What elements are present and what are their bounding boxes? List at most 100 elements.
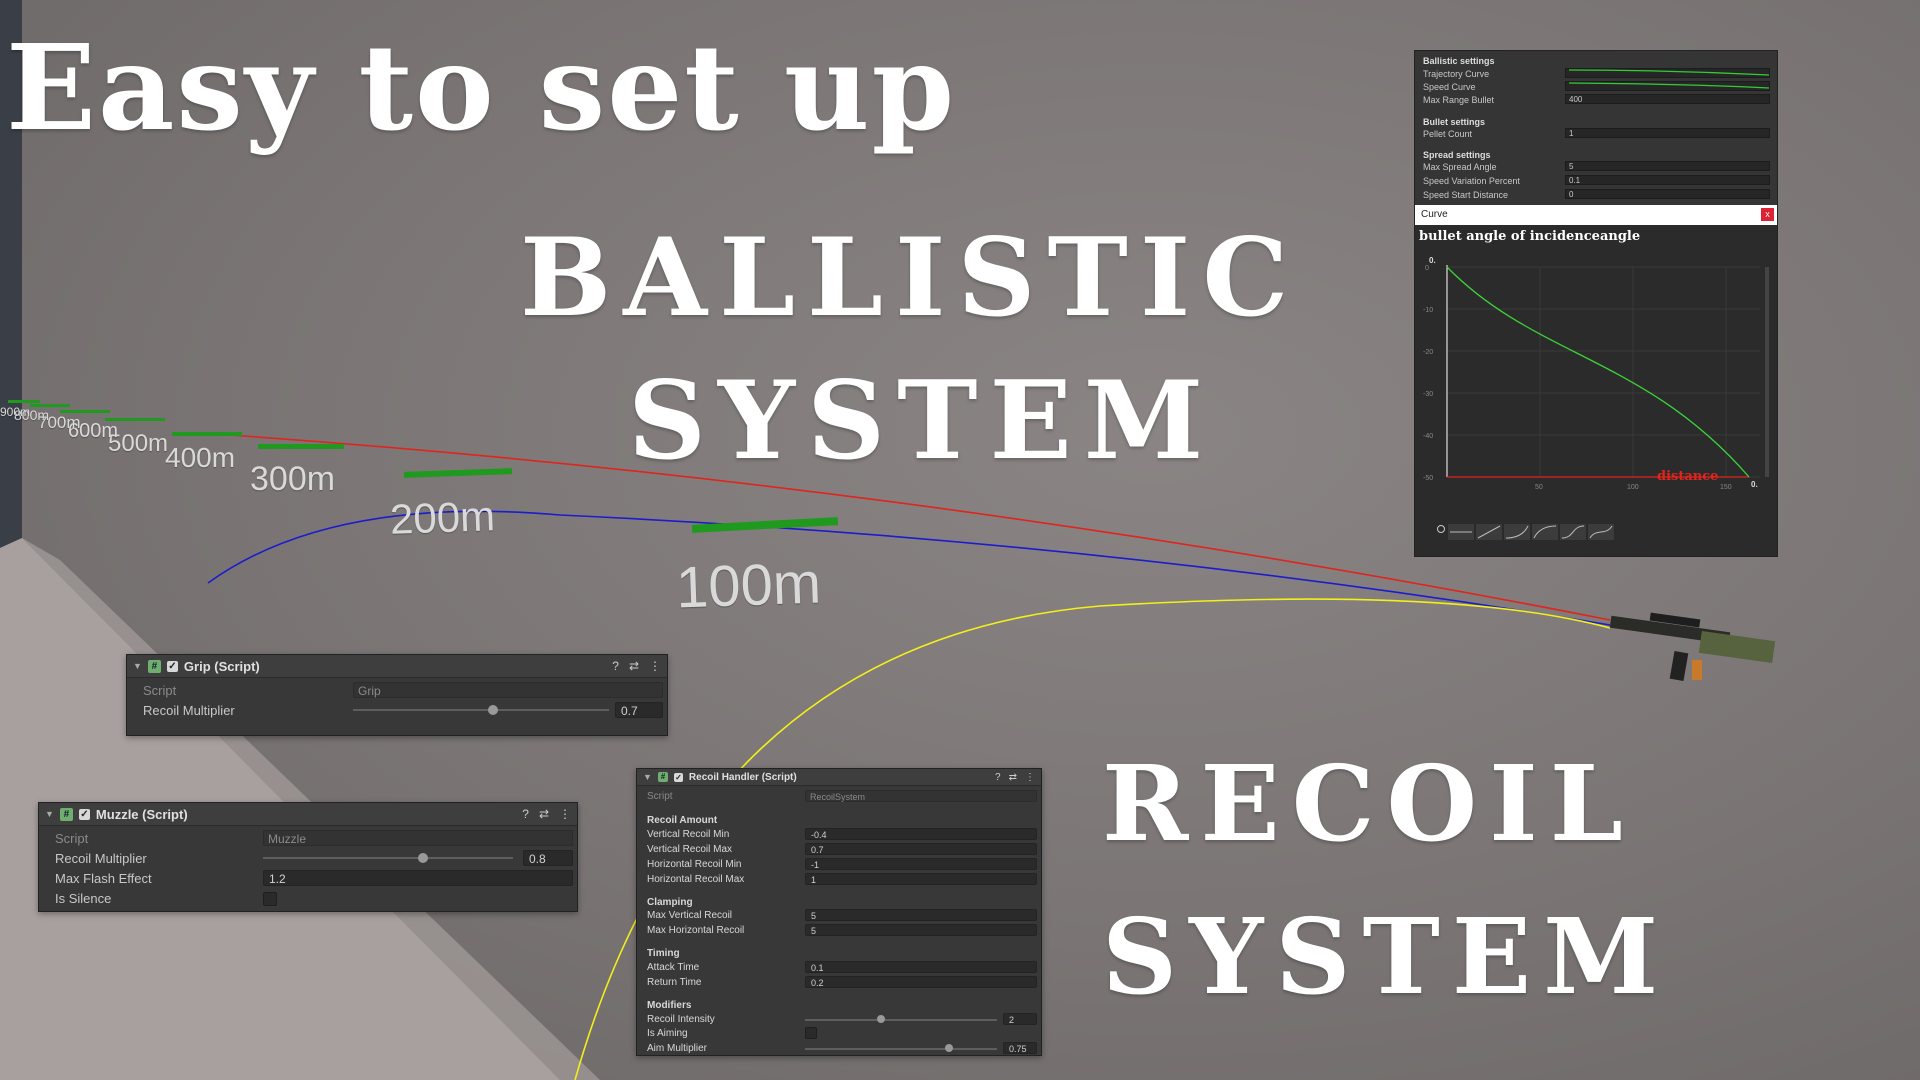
slider-knob[interactable] (487, 705, 498, 715)
curve-xlabel: distance (1657, 469, 1719, 484)
more-menu-icon[interactable]: ⋮ (1025, 772, 1035, 783)
preset-linear[interactable] (1475, 523, 1503, 541)
pellet-count-label: Pellet Count (1423, 129, 1473, 139)
distance-label-100m: 100m (674, 550, 823, 621)
section-recoil-amount: Recoil Amount (647, 815, 718, 826)
max-range-field[interactable]: 400 (1565, 94, 1770, 104)
attack-time-field[interactable]: 0.1 (805, 961, 1037, 973)
collapse-arrow-icon[interactable]: ▼ (643, 772, 652, 782)
preset-icon[interactable]: ⇄ (539, 807, 549, 821)
hmax-field[interactable]: 1 (805, 873, 1037, 885)
speed-curve-field[interactable] (1565, 81, 1770, 91)
speed-curve-label: Speed Curve (1423, 82, 1476, 92)
curve-corner-right: 0. (1751, 480, 1758, 489)
script-field[interactable]: Grip (353, 682, 663, 698)
more-menu-icon[interactable]: ⋮ (559, 807, 571, 821)
y-tick-40: -40 (1423, 433, 1433, 440)
gear-icon[interactable] (1437, 525, 1445, 533)
enable-checkbox[interactable]: ✓ (673, 772, 683, 782)
script-field[interactable]: Muzzle (263, 830, 573, 846)
script-field[interactable]: RecoilSystem (805, 790, 1037, 802)
hmin-field[interactable]: -1 (805, 858, 1037, 870)
muzzle-header[interactable]: ▼ # ✓ Muzzle (Script) ? ⇄ ⋮ (39, 803, 577, 826)
aim-multiplier-slider[interactable] (805, 1048, 997, 1050)
y-tick-20: -20 (1423, 349, 1433, 356)
slider-knob[interactable] (418, 853, 428, 863)
curve-scrollbar[interactable] (1765, 267, 1769, 477)
aim-multiplier-field[interactable]: 0.75 (1003, 1042, 1037, 1054)
close-icon[interactable]: x (1761, 208, 1774, 221)
distance-label-900m: 900m (0, 405, 31, 419)
x-tick-100: 100 (1627, 484, 1639, 491)
curve-graph: 0 -10 -20 -30 -40 -50 50 100 150 0. 0. (1415, 247, 1777, 517)
distance-label-400m: 400m (165, 442, 236, 473)
distance-label-300m: 300m (250, 460, 336, 498)
x-tick-150: 150 (1720, 484, 1732, 491)
grip-header[interactable]: ▼ # ✓ Grip (Script) ? ⇄ ⋮ (127, 655, 667, 678)
enable-checkbox[interactable]: ✓ (166, 660, 178, 672)
is-silence-checkbox[interactable] (263, 892, 277, 906)
spread-start-field[interactable]: 0 (1565, 189, 1770, 199)
speed-variation-label: Speed Variation Percent (1423, 176, 1520, 186)
trajectory-curve-preview (1568, 69, 1770, 76)
vmax-label: Vertical Recoil Max (647, 844, 733, 855)
recoil-multiplier-field[interactable]: 0.8 (523, 850, 573, 866)
section-bullet: Bullet settings (1423, 117, 1486, 127)
section-ballistic: Ballistic settings (1423, 56, 1495, 66)
recoil-multiplier-slider[interactable] (353, 709, 609, 711)
recoil-intensity-slider[interactable] (805, 1019, 997, 1021)
help-icon[interactable]: ? (522, 807, 529, 821)
script-icon: # (59, 807, 73, 821)
recoil-multiplier-slider[interactable] (263, 857, 513, 859)
recoil-handler-header[interactable]: ▼ # ✓ Recoil Handler (Script) ? ⇄ ⋮ (637, 769, 1041, 786)
is-aiming-checkbox[interactable] (805, 1027, 817, 1039)
y-tick-50: -50 (1423, 475, 1433, 482)
preset-ease-in-out[interactable] (1559, 523, 1587, 541)
collapse-arrow-icon[interactable]: ▼ (133, 661, 142, 671)
max-flash-field[interactable]: 1.2 (263, 870, 573, 886)
slider-knob[interactable] (877, 1015, 885, 1023)
script-label: Script (143, 682, 177, 698)
preset-icon[interactable]: ⇄ (1009, 772, 1017, 783)
grip-title: Grip (Script) (183, 658, 260, 674)
preset-ease-in[interactable] (1503, 523, 1531, 541)
trajectory-curve-field[interactable] (1565, 68, 1770, 78)
pellet-count-field[interactable]: 1 (1565, 128, 1770, 138)
recoil-multiplier-label: Recoil Multiplier (55, 850, 147, 866)
more-menu-icon[interactable]: ⋮ (649, 659, 661, 673)
return-time-label: Return Time (647, 977, 702, 988)
preset-icon[interactable]: ⇄ (629, 659, 639, 673)
attack-time-label: Attack Time (647, 962, 700, 973)
headline-ballistic: BALLISTIC (520, 215, 1301, 341)
maxh-field[interactable]: 5 (805, 924, 1037, 936)
spread-start-label: Speed Start Distance (1423, 190, 1509, 200)
collapse-arrow-icon[interactable]: ▼ (45, 809, 54, 819)
preset-smooth[interactable] (1587, 523, 1615, 541)
curve-corner-top: 0. (1429, 256, 1436, 265)
curve-editor-window: Curve x bullet angle of incidenceangle 0… (1415, 205, 1777, 556)
section-spread: Spread settings (1423, 150, 1491, 160)
return-time-field[interactable]: 0.2 (805, 976, 1037, 988)
hmax-label: Horizontal Recoil Max (647, 874, 745, 885)
vmax-field[interactable]: 0.7 (805, 843, 1037, 855)
help-icon[interactable]: ? (612, 659, 619, 673)
recoil-intensity-field[interactable]: 2 (1003, 1013, 1037, 1025)
help-icon[interactable]: ? (995, 772, 1001, 783)
speed-curve-preview (1568, 82, 1770, 89)
headline-ballistic-system: SYSTEM (628, 358, 1216, 484)
preset-ease-out[interactable] (1531, 523, 1559, 541)
max-spread-field[interactable]: 5 (1565, 161, 1770, 171)
distance-label-200m: 200m (389, 492, 496, 543)
maxv-label: Max Vertical Recoil (647, 910, 733, 921)
recoil-intensity-label: Recoil Intensity (647, 1014, 715, 1025)
x-tick-50: 50 (1535, 484, 1543, 491)
enable-checkbox[interactable]: ✓ (78, 808, 90, 820)
curve-heading: bullet angle of incidenceangle (1419, 229, 1641, 244)
preset-flat[interactable] (1447, 523, 1475, 541)
recoil-multiplier-field[interactable]: 0.7 (615, 702, 663, 718)
hmin-label: Horizontal Recoil Min (647, 859, 742, 870)
speed-variation-field[interactable]: 0.1 (1565, 175, 1770, 185)
slider-knob[interactable] (945, 1044, 953, 1052)
vmin-field[interactable]: -0.4 (805, 828, 1037, 840)
maxv-field[interactable]: 5 (805, 909, 1037, 921)
